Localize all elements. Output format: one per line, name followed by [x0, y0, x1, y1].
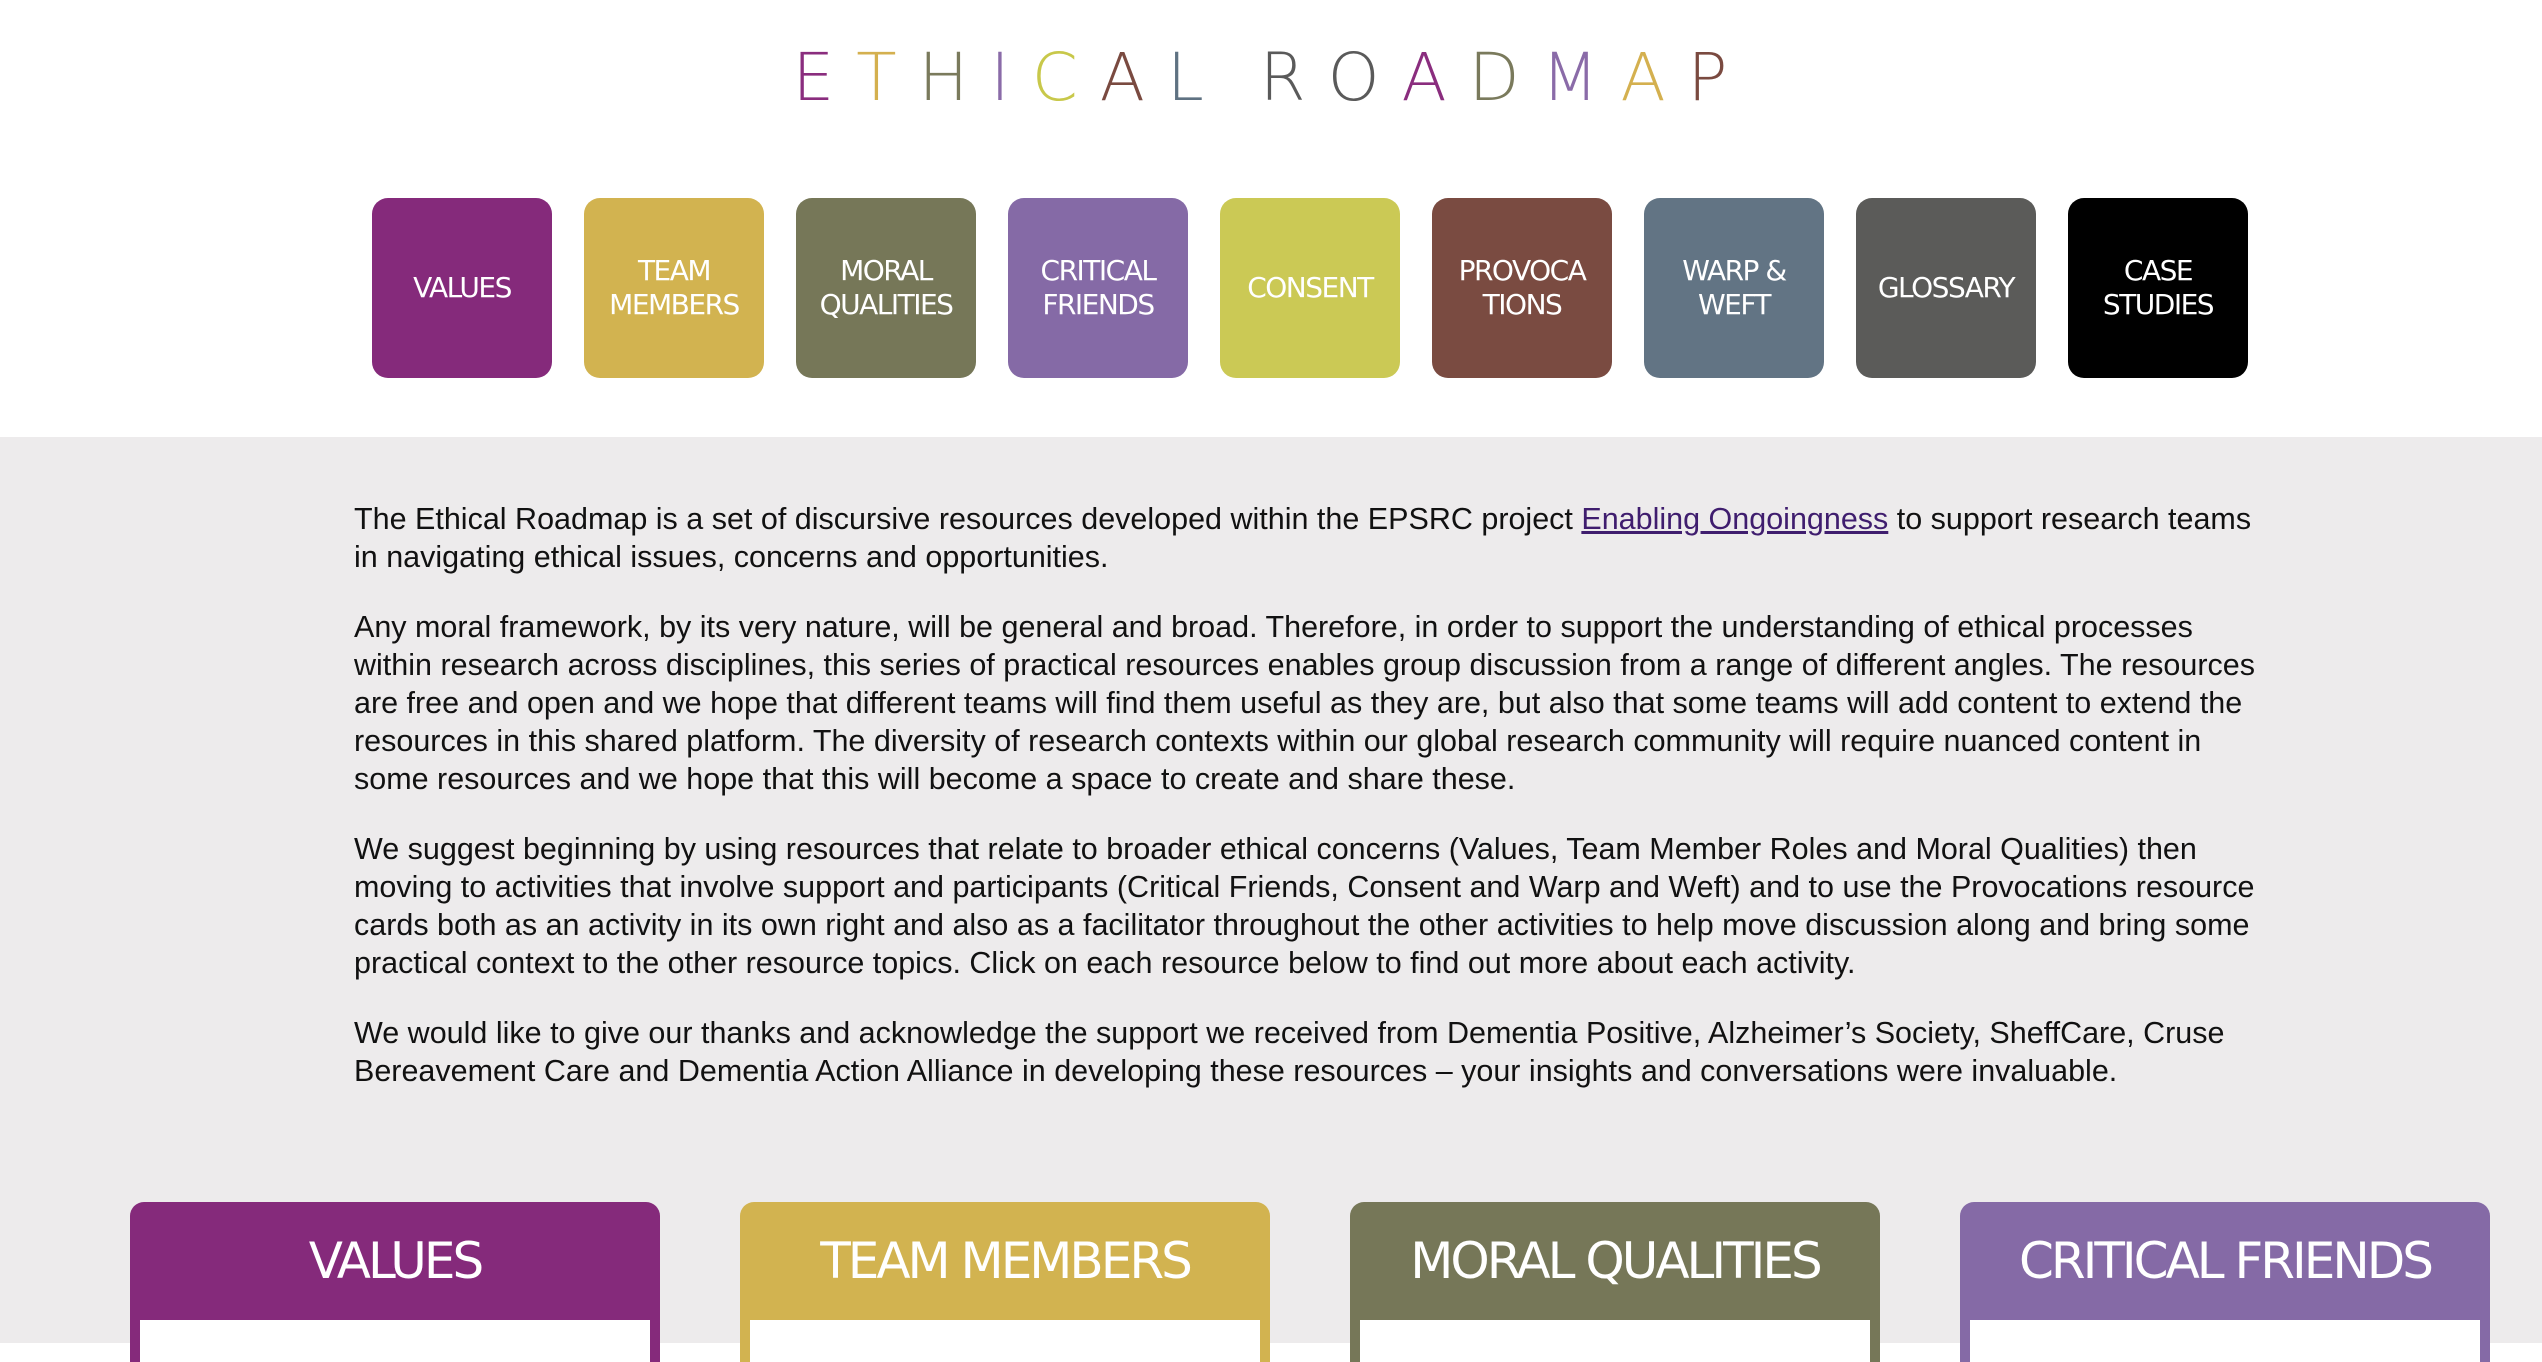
logo-letter: A: [1099, 39, 1167, 116]
intro-copy: The Ethical Roadmap is a set of discursi…: [354, 500, 2274, 1122]
nav-label-line: GLOSSARY: [1877, 271, 2016, 304]
intro-paragraph-2: Any moral framework, by its very nature,…: [354, 610, 2255, 796]
nav-label-line: MEMBERS: [609, 288, 740, 321]
card-title: TEAM MEMBERS: [820, 1232, 1193, 1290]
logo-letter: T: [856, 39, 919, 116]
nav-label-line: QUALITIES: [819, 288, 954, 321]
nav-label-line: TEAM: [637, 254, 712, 287]
card-title: MORAL QUALITIES: [1410, 1232, 1823, 1290]
intro-paragraph-4: We would like to give our thanks and ack…: [354, 1016, 2225, 1088]
nav-label-line: WARP &: [1682, 254, 1787, 287]
nav-tile-glossary[interactable]: GLOSSARY: [1856, 198, 2036, 378]
resource-card-moral-qualities[interactable]: MORAL QUALITIES: [1350, 1202, 1880, 1362]
logo-letter: A: [1401, 39, 1469, 116]
nav-tile-values[interactable]: VALUES: [372, 198, 552, 378]
card-title: CRITICAL FRIENDS: [2018, 1232, 2434, 1290]
nav-tile-label: CASE STUDIES: [2102, 254, 2215, 322]
intro-text: The Ethical Roadmap is a set of discursi…: [354, 502, 1582, 536]
nav-label-line: MORAL: [840, 254, 933, 287]
intro-paragraph-1: The Ethical Roadmap is a set of discursi…: [354, 500, 2274, 576]
logo-letter: I: [990, 39, 1032, 116]
resource-card-values[interactable]: VALUES: [130, 1202, 660, 1362]
logo-letter: H: [918, 39, 991, 116]
card-body: [140, 1320, 650, 1362]
nav-tile-label: PROVOCA TIONS: [1458, 254, 1587, 322]
enabling-ongoingness-link[interactable]: Enabling Ongoingness: [1581, 502, 1888, 536]
logo-letter: D: [1468, 39, 1542, 116]
nav-tile-label: TEAM MEMBERS: [609, 254, 740, 322]
site-logo[interactable]: ETHICAL ROADMAP: [0, 38, 2542, 118]
card-body: [750, 1320, 1260, 1362]
logo-letter: R: [1259, 39, 1328, 116]
card-title: VALUES: [308, 1232, 485, 1290]
nav-tile-label: CRITICAL FRIENDS: [1040, 254, 1157, 322]
nav-tile-moral-qualities[interactable]: MORAL QUALITIES: [796, 198, 976, 378]
nav-tile-case-studies[interactable]: CASE STUDIES: [2068, 198, 2248, 378]
nav-tile-label: WARP & WEFT: [1682, 254, 1787, 322]
nav-label-line: CRITICAL: [1040, 254, 1157, 287]
nav-label-line: TIONS: [1482, 288, 1563, 321]
nav-label-line: CONSENT: [1247, 271, 1374, 304]
logo-letter: E: [792, 39, 857, 116]
nav-label-line: FRIENDS: [1042, 288, 1155, 321]
nav-label-line: VALUES: [413, 271, 512, 304]
nav-label-line: STUDIES: [2102, 288, 2215, 321]
nav-tile-provocations[interactable]: PROVOCA TIONS: [1432, 198, 1612, 378]
nav-tile-consent[interactable]: CONSENT: [1220, 198, 1400, 378]
nav-tile-label: GLOSSARY: [1877, 271, 2016, 305]
logo-letter: A: [1620, 39, 1688, 116]
nav-label-line: WEFT: [1697, 288, 1772, 321]
nav-tile-critical-friends[interactable]: CRITICAL FRIENDS: [1008, 198, 1188, 378]
logo-letter: C: [1031, 39, 1100, 116]
resource-card-team-members[interactable]: TEAM MEMBERS: [740, 1202, 1270, 1362]
nav-tile-label: MORAL QUALITIES: [819, 254, 954, 322]
nav-label-line: PROVOCA: [1458, 254, 1587, 287]
nav-label-line: CASE: [2123, 254, 2194, 287]
card-body: [1970, 1320, 2480, 1362]
intro-paragraph-3: We suggest beginning by using resources …: [354, 832, 2255, 980]
logo-letter: O: [1327, 39, 1402, 116]
logo-letter: M: [1541, 39, 1621, 116]
site-header: ETHICAL ROADMAP VALUES TEAM MEMBERS MORAL Q…: [0, 0, 2542, 437]
logo-letter: P: [1687, 39, 1750, 116]
nav-tile-warp-and-weft[interactable]: WARP & WEFT: [1644, 198, 1824, 378]
nav-tile-label: VALUES: [413, 271, 512, 305]
logo-letter: L: [1166, 39, 1226, 116]
resource-card-critical-friends[interactable]: CRITICAL FRIENDS: [1960, 1202, 2490, 1362]
card-body: [1360, 1320, 1870, 1362]
nav-tile-team-members[interactable]: TEAM MEMBERS: [584, 198, 764, 378]
nav-tile-label: CONSENT: [1247, 271, 1374, 305]
